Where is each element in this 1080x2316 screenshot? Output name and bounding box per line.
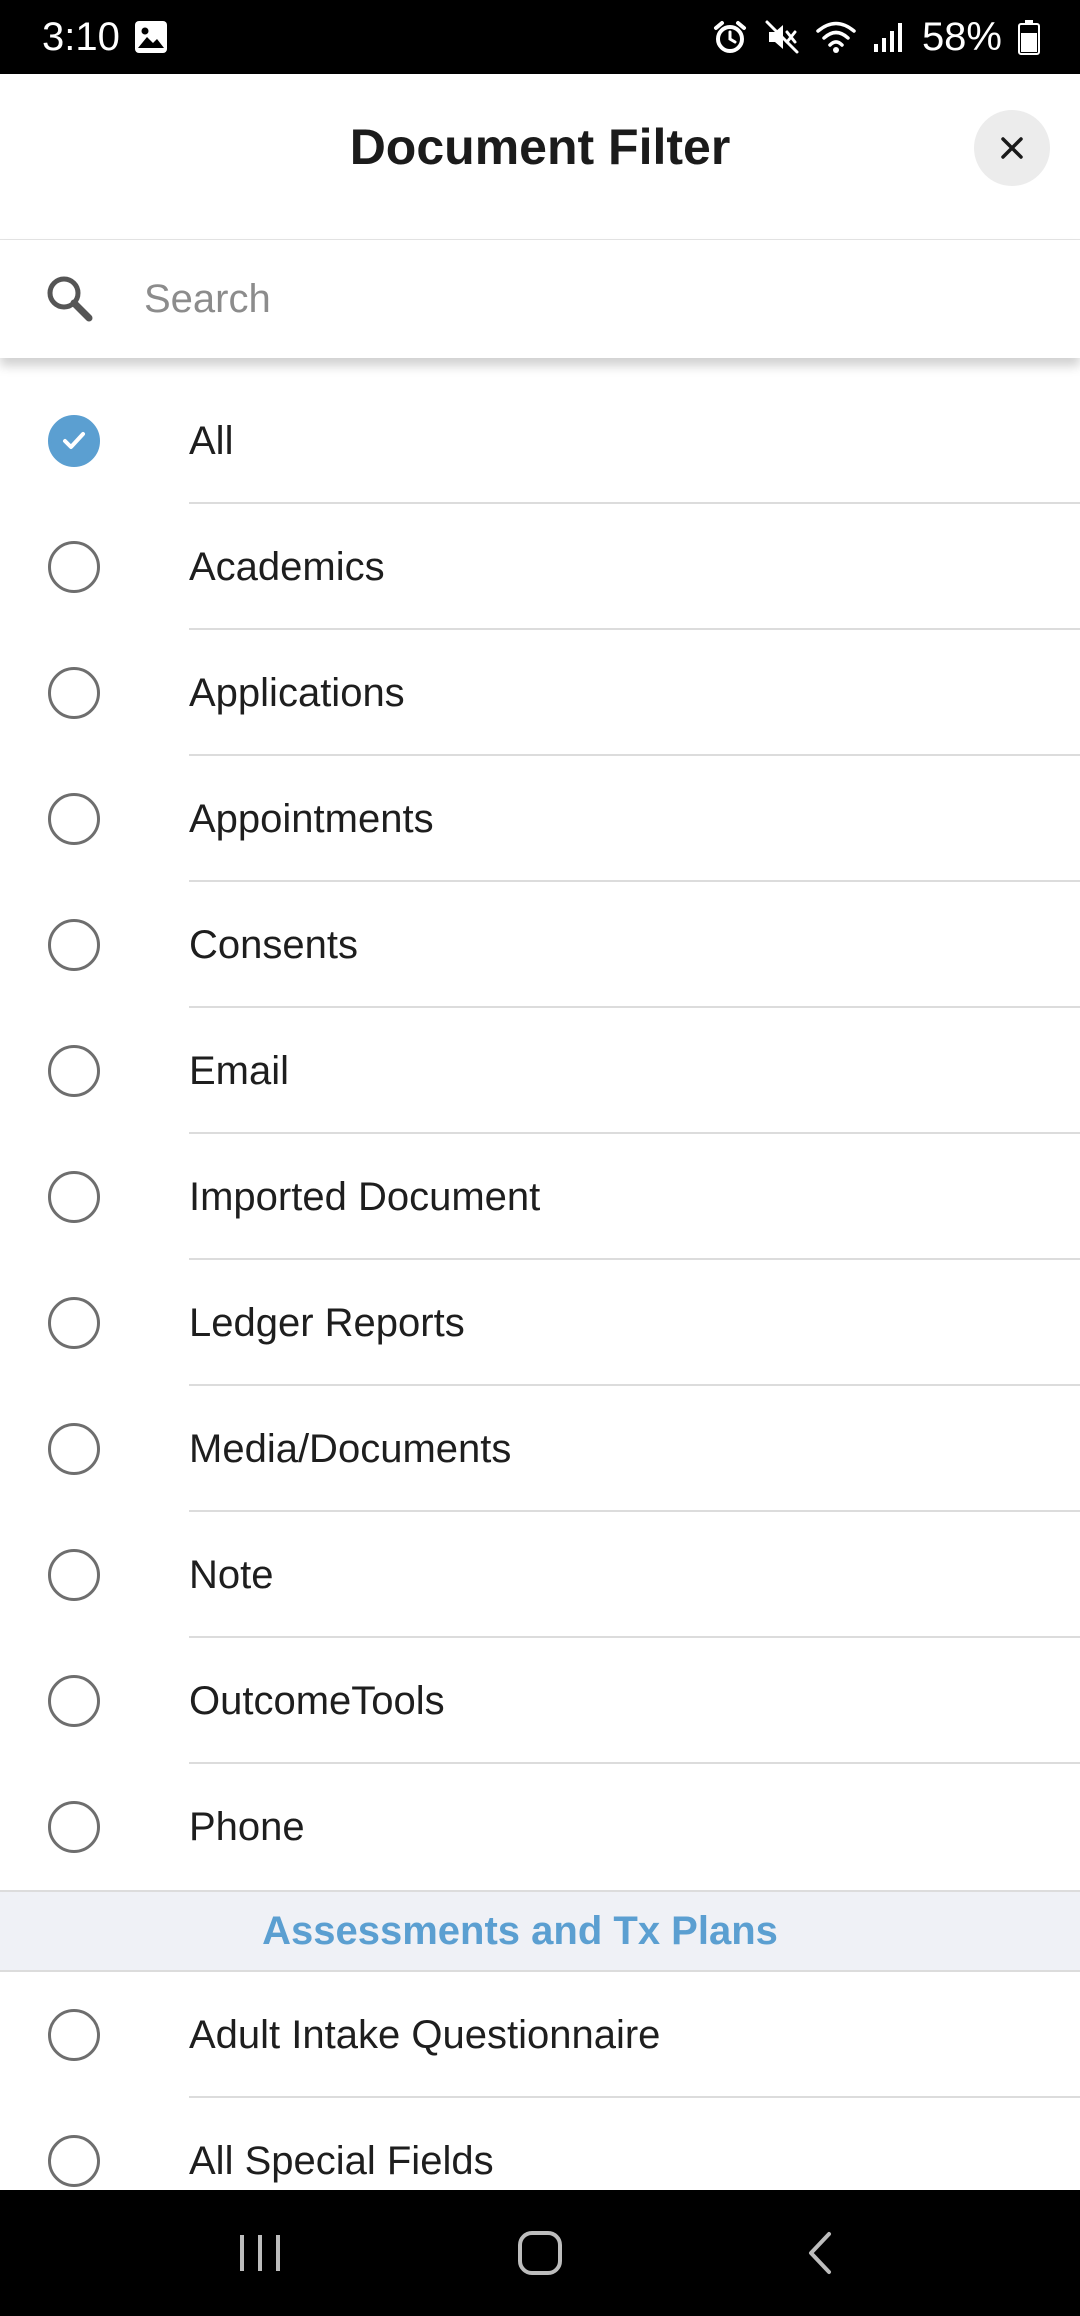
header: Document Filter xyxy=(0,74,1080,240)
home-icon xyxy=(518,2231,562,2275)
filter-item-label: Applications xyxy=(189,671,405,715)
radio-button[interactable] xyxy=(48,1171,100,1223)
filter-item-applications[interactable]: Applications xyxy=(0,630,1080,756)
filter-item-label: Adult Intake Questionnaire xyxy=(189,2013,661,2057)
wifi-icon xyxy=(816,19,856,55)
radio-button[interactable] xyxy=(48,1801,100,1853)
recent-apps-icon xyxy=(240,2235,280,2271)
image-icon xyxy=(134,20,168,54)
mute-icon xyxy=(764,19,800,55)
filter-item-consents[interactable]: Consents xyxy=(0,882,1080,1008)
battery-icon xyxy=(1018,19,1040,55)
radio-button[interactable] xyxy=(48,1297,100,1349)
filter-item-label: Consents xyxy=(189,923,358,967)
radio-button[interactable] xyxy=(48,541,100,593)
signal-icon xyxy=(872,20,906,54)
status-bar: 3:10 58% xyxy=(0,0,1080,74)
filter-item-label: Media/Documents xyxy=(189,1427,512,1471)
search-icon xyxy=(44,273,96,330)
radio-button[interactable] xyxy=(48,1675,100,1727)
page-title: Document Filter xyxy=(349,119,731,175)
filter-item-label: Phone xyxy=(189,1805,305,1849)
battery-percent: 58% xyxy=(921,14,1002,59)
back-button[interactable] xyxy=(760,2203,880,2303)
navigation-bar xyxy=(0,2190,1080,2316)
filter-item-adult-intake-questionnaire[interactable]: Adult Intake Questionnaire xyxy=(0,1972,1080,2098)
search-bar xyxy=(0,240,1080,358)
alarm-icon xyxy=(712,19,748,55)
section-header-assessments: Assessments and Tx Plans xyxy=(0,1890,1080,1972)
section-title: Assessments and Tx Plans xyxy=(262,1908,778,1953)
status-bar-right: 58% xyxy=(712,15,1040,60)
back-icon xyxy=(809,2232,831,2274)
status-time: 3:10 xyxy=(42,14,120,59)
radio-button[interactable] xyxy=(48,2009,100,2061)
home-button[interactable] xyxy=(480,2203,600,2303)
filter-item-label: Appointments xyxy=(189,797,434,841)
close-button[interactable] xyxy=(974,110,1050,186)
radio-button[interactable] xyxy=(48,1423,100,1475)
filter-item-media-documents[interactable]: Media/Documents xyxy=(0,1386,1080,1512)
filter-item-academics[interactable]: Academics xyxy=(0,504,1080,630)
filter-item-label: Imported Document xyxy=(189,1175,541,1219)
filter-item-label: Academics xyxy=(189,545,385,589)
radio-button[interactable] xyxy=(48,919,100,971)
radio-checked[interactable] xyxy=(48,415,100,467)
radio-button[interactable] xyxy=(48,1549,100,1601)
filter-item-label: Email xyxy=(189,1049,290,1093)
radio-button[interactable] xyxy=(48,2135,100,2187)
filter-item-label: All xyxy=(189,419,234,463)
filter-item-label: Ledger Reports xyxy=(189,1301,465,1345)
radio-button[interactable] xyxy=(48,1045,100,1097)
recent-apps-button[interactable] xyxy=(200,2203,320,2303)
radio-button[interactable] xyxy=(48,667,100,719)
filter-item-all[interactable]: All xyxy=(0,378,1080,504)
radio-button[interactable] xyxy=(48,793,100,845)
filter-item-outcometools[interactable]: OutcomeTools xyxy=(0,1638,1080,1764)
close-icon xyxy=(1001,137,1023,159)
filter-item-imported-document[interactable]: Imported Document xyxy=(0,1134,1080,1260)
checkmark-icon xyxy=(63,432,85,449)
search-input[interactable] xyxy=(144,264,1044,334)
document-filter-screen: 3:10 58% Document Filter Search All Acad… xyxy=(0,0,1080,2316)
status-bar-left: 3:10 xyxy=(42,15,168,60)
filter-item-note[interactable]: Note xyxy=(0,1512,1080,1638)
filter-item-label: OutcomeTools xyxy=(189,1679,445,1723)
filter-list: All Academics Applications Appointments … xyxy=(0,378,1080,2224)
filter-item-ledger-reports[interactable]: Ledger Reports xyxy=(0,1260,1080,1386)
filter-item-label: Note xyxy=(189,1553,274,1597)
filter-item-appointments[interactable]: Appointments xyxy=(0,756,1080,882)
filter-item-email[interactable]: Email xyxy=(0,1008,1080,1134)
filter-item-phone[interactable]: Phone xyxy=(0,1764,1080,1890)
